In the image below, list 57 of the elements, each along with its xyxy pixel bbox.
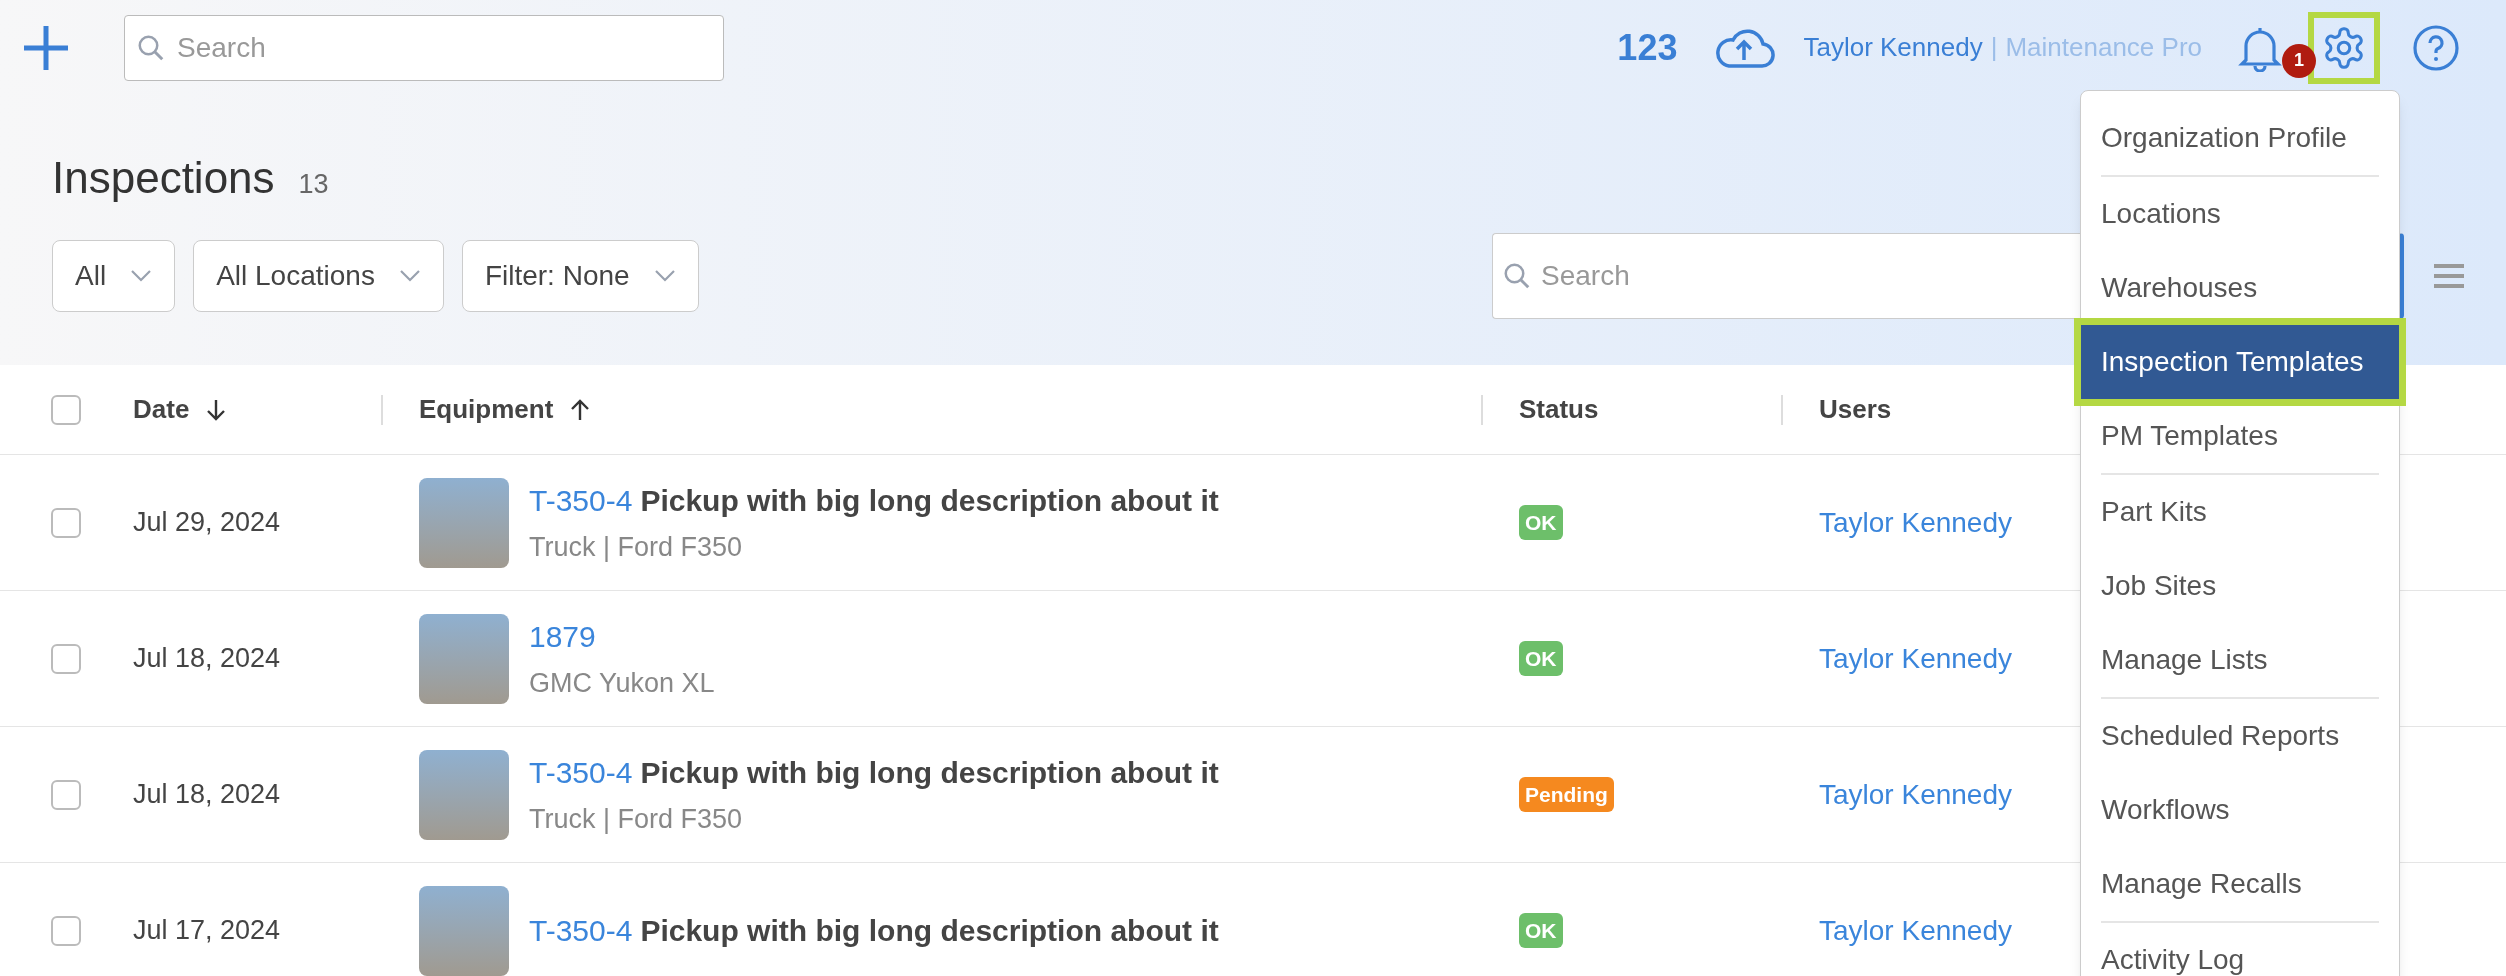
date-cell: Jul 18, 2024 (133, 643, 281, 674)
column-header[interactable]: Status (1519, 390, 1599, 429)
menu-item[interactable]: Manage Lists (2101, 623, 2379, 697)
menu-item[interactable]: PM Templates (2101, 399, 2379, 473)
equipment-link[interactable]: T-350-4 (529, 908, 633, 953)
separator-text: | (1990, 31, 1998, 64)
menu-item[interactable]: Manage Recalls (2101, 847, 2379, 921)
user-link[interactable]: Taylor Kennedy (1819, 506, 2012, 538)
equipment-link[interactable]: T-350-4 (529, 749, 633, 795)
row-checkbox[interactable] (51, 915, 81, 946)
filter-dropdown[interactable]: All Locations (193, 240, 444, 312)
menu-item[interactable]: Organization Profile (2101, 101, 2379, 175)
chevron-down-icon (398, 269, 421, 283)
filter-dropdown[interactable]: All (52, 240, 176, 312)
date-cell: Jul 18, 2024 (133, 779, 281, 810)
user-link[interactable]: Taylor Kennedy (1819, 778, 2012, 810)
chevron-down-icon (130, 269, 153, 283)
equipment-name: Pickup with big long description about it (640, 754, 1219, 791)
equipment-name: Pickup with big long description about it (640, 482, 1219, 519)
page-title: Inspections (52, 152, 275, 204)
status-badge: OK (1519, 640, 1563, 677)
menu-item[interactable]: Scheduled Reports (2101, 699, 2379, 773)
search-field[interactable]: Search (124, 14, 724, 81)
row-checkbox[interactable] (51, 779, 81, 810)
equipment-link[interactable]: T-350-4 (529, 477, 633, 523)
date-cell: Jul 29, 2024 (133, 507, 281, 538)
column-header[interactable]: Equipment (419, 390, 554, 429)
menu-item[interactable]: Activity Log (2101, 923, 2379, 976)
menu-item[interactable]: Job Sites (2101, 549, 2379, 623)
status-badge: Pending (1519, 776, 1614, 813)
filter-dropdown[interactable]: Filter: None (461, 240, 699, 312)
status-badge: OK (1519, 504, 1563, 541)
help-icon[interactable] (2412, 23, 2460, 72)
arrow-down-icon[interactable] (205, 397, 228, 422)
settings-button[interactable] (2308, 11, 2380, 84)
column-header[interactable]: Date (133, 390, 190, 429)
date-cell: Jul 17, 2024 (133, 915, 281, 946)
equipment-name: Pickup with big long description about it (640, 913, 1219, 949)
status-badge: OK (1519, 912, 1563, 949)
plan-name: Maintenance Pro (2005, 31, 2202, 64)
notification-badge: 1 (2282, 43, 2316, 78)
menu-item[interactable]: Part Kits (2101, 475, 2379, 549)
user-link[interactable]: Taylor Kennedy (1819, 914, 2012, 946)
row-checkbox[interactable] (51, 643, 81, 674)
item-count: 13 (298, 168, 329, 201)
equipment-detail: GMC Yukon XL (529, 666, 715, 700)
column-header[interactable]: Users (1819, 390, 1892, 429)
equipment-link[interactable]: 1879 (529, 613, 596, 659)
equipment-detail: Truck | Ford F350 (529, 802, 744, 836)
row-checkbox[interactable] (51, 394, 81, 425)
search-icon (1502, 261, 1532, 291)
chevron-down-icon (653, 269, 676, 283)
equipment-detail: Truck | Ford F350 (529, 530, 744, 564)
menu-item[interactable]: Workflows (2101, 773, 2379, 847)
user-link[interactable]: Taylor Kennedy (1819, 642, 2012, 674)
menu-icon[interactable] (2432, 262, 2466, 290)
row-checkbox[interactable] (51, 507, 81, 538)
